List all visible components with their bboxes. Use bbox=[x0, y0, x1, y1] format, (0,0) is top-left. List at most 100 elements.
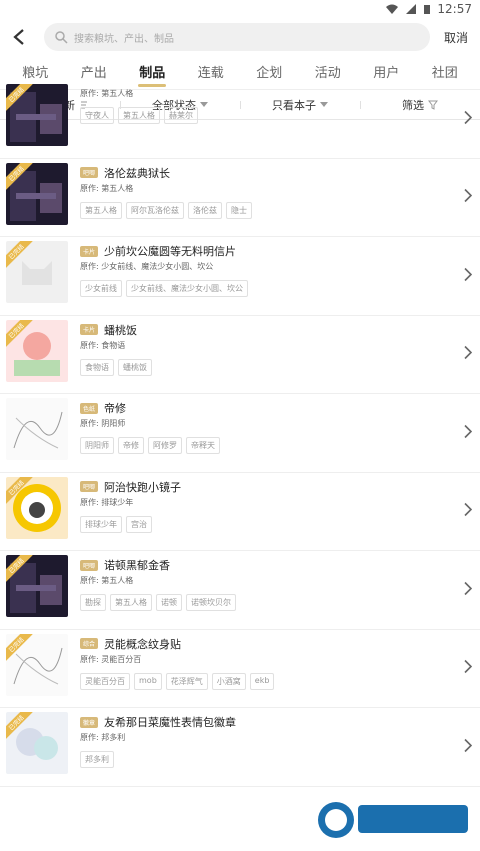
title-row: 卡片 少前坎公魔圆等无料明信片 bbox=[80, 243, 474, 259]
tag-list: 灵能百分百 mob 花泽辉气 小酒窝 ekb bbox=[80, 672, 474, 690]
category-badge: 色纸 bbox=[80, 402, 99, 414]
chevron-right-icon[interactable] bbox=[464, 580, 473, 599]
title-row: 综合 灵能概念纹身贴 bbox=[80, 636, 474, 652]
item-title: 蟠桃饭 bbox=[104, 323, 138, 337]
tag-chip[interactable]: 花泽辉气 bbox=[165, 672, 208, 690]
chevron-right-icon[interactable] bbox=[464, 659, 473, 678]
tag-chip[interactable]: 诺顿 bbox=[156, 594, 182, 611]
tag-chip[interactable]: 赫莱尔 bbox=[164, 107, 198, 124]
list-item[interactable]: 已完结 吧唧 阿治快跑小镜子 原作: 排球少年 排球少年 宫治 bbox=[0, 473, 480, 551]
tag-chip[interactable]: 阿尔瓦洛伦兹 bbox=[126, 201, 184, 219]
tag-chip[interactable]: 邦多利 bbox=[80, 751, 114, 768]
title-row: 色纸 帝修 bbox=[80, 400, 474, 416]
item-info: 卡片 蟠桃饭 原作: 食物语 食物语 蟠桃饭 bbox=[80, 320, 474, 390]
title-row: 吧唧 阿治快跑小镜子 bbox=[80, 479, 474, 495]
thumbnail-image: 已完结 bbox=[6, 712, 68, 774]
item-info: 徽章 友希那日菜魔性表情包徽章原作: 邦多利邦多利 bbox=[80, 712, 474, 782]
tag-chip[interactable]: 第五人格 bbox=[110, 594, 152, 611]
chevron-right-icon[interactable] bbox=[464, 266, 473, 285]
thumbnail-image: 已完结 bbox=[6, 790, 68, 791]
cancel-button[interactable]: 取消 bbox=[440, 29, 472, 46]
chevron-right-icon[interactable] bbox=[464, 423, 473, 442]
tag-chip[interactable]: 隐士 bbox=[226, 201, 252, 219]
chevron-right-icon[interactable] bbox=[464, 188, 473, 207]
tag-chip[interactable]: ekb bbox=[249, 672, 275, 690]
tag-chip[interactable]: 第五人格 bbox=[118, 107, 160, 124]
tag-chip[interactable]: 阿修罗 bbox=[148, 437, 182, 454]
list-item[interactable]: 已完结卡片茂灵小卡原作: 灵能百分百 bbox=[0, 787, 480, 792]
item-origin: 原作: 阴阳师 bbox=[80, 419, 126, 428]
item-info: 卡片 少前坎公魔圆等无料明信片原作: 少女前线、魔法少女小圆、坎公少女前线 少女前线… bbox=[80, 241, 474, 311]
tag-chip[interactable]: 灵能百分百 bbox=[80, 672, 130, 690]
item-title: 帝修 bbox=[104, 402, 127, 415]
item-origin: 原作: 第五人格 bbox=[80, 183, 134, 193]
category-badge: 吧唧 bbox=[80, 167, 99, 178]
thumbnail-image bbox=[6, 398, 68, 460]
tag-chip[interactable]: 少女前线 bbox=[80, 280, 122, 297]
list-item[interactable]: 已完结 吧唧 诺顿黑郁金香 原作: 第五人格 勘探 第五人格 诺顿 诺顿坎贝尔 bbox=[0, 551, 480, 630]
list-item[interactable]: 已完结 吧唧 洛伦兹典狱长 原作: 第五人格 第五人格 阿尔瓦洛伦兹 洛伦兹 隐士 bbox=[0, 159, 480, 237]
tag-chip[interactable]: 洛伦兹 bbox=[188, 201, 222, 219]
chevron-right-icon[interactable] bbox=[464, 345, 473, 364]
tag-chip[interactable]: 小酒窝 bbox=[211, 672, 246, 690]
item-title: 友希那日菜魔性表情包徽章 bbox=[104, 716, 237, 729]
wifi-icon bbox=[386, 4, 399, 14]
thumbnail-image: 已完结 bbox=[6, 241, 68, 303]
item-title: 阿治快跑小镜子 bbox=[104, 480, 182, 494]
product-list: 已完结 原作: 第五人格 守夜人 第五人格 赫莱尔 已完结 吧唧 洛伦兹典狱长 原作: 第五人格… bbox=[0, 80, 480, 791]
tag-list: 守夜人 第五人格 赫莱尔 bbox=[80, 107, 474, 124]
tag-list: 阴阳师 帝修 阿修罗 帝释天 bbox=[80, 437, 474, 454]
tag-chip[interactable]: 食物语 bbox=[80, 358, 114, 376]
tag-chip[interactable]: 帝修 bbox=[118, 437, 144, 454]
item-info: 色纸 帝修 原作: 阴阳师 阴阳师 帝修 阿修罗 帝释天 bbox=[80, 398, 474, 468]
item-origin: 原作: 食物语 bbox=[80, 340, 126, 350]
tag-chip[interactable]: 阴阳师 bbox=[80, 437, 114, 454]
tag-chip[interactable]: mob bbox=[134, 672, 162, 690]
item-info: 原作: 第五人格守夜人 第五人格 赫莱尔 bbox=[80, 84, 474, 154]
search-input[interactable]: 搜索粮坑、产出、制品 bbox=[44, 23, 430, 51]
item-info: 综合 灵能概念纹身贴 原作: 灵能百分百 灵能百分百 mob 花泽辉气 小酒窝 ekb bbox=[80, 634, 474, 704]
item-origin: 原作: 少女前线、魔法少女小圆、坎公 bbox=[80, 262, 214, 271]
tag-chip[interactable]: 排球少年 bbox=[80, 515, 122, 533]
thumbnail-image: 已完结 bbox=[6, 633, 68, 696]
tag-chip[interactable]: 勘探 bbox=[80, 594, 106, 611]
category-badge: 卡片 bbox=[80, 245, 99, 257]
signal-icon bbox=[406, 4, 417, 14]
title-row: 吧唧 诺顿黑郁金香 bbox=[80, 557, 474, 573]
tag-chip[interactable]: 守夜人 bbox=[80, 107, 114, 124]
list-item[interactable]: 已完结 徽章 友希那日菜魔性表情包徽章原作: 邦多利邦多利 bbox=[0, 708, 480, 787]
tag-chip[interactable]: 第五人格 bbox=[80, 201, 122, 219]
category-badge: 吧唧 bbox=[80, 481, 99, 492]
tag-list: 邦多利 bbox=[80, 751, 474, 768]
search-icon bbox=[55, 31, 68, 44]
tag-chip[interactable]: 蟠桃饭 bbox=[118, 358, 152, 376]
status-bar: 12:57 bbox=[0, 0, 480, 20]
list-item[interactable]: 已完结 卡片 蟠桃饭 原作: 食物语 食物语 蟠桃饭 bbox=[0, 316, 480, 394]
category-badge: 徽章 bbox=[80, 716, 99, 728]
thumbnail-image: 已完结 bbox=[6, 84, 68, 146]
list-item[interactable]: 已完结 综合 灵能概念纹身贴 原作: 灵能百分百 灵能百分百 mob 花泽辉气 小酒窝 ekb bbox=[0, 630, 480, 708]
item-info: 吧唧 洛伦兹典狱长原作: 第五人格第五人格 阿尔瓦洛伦兹 洛伦兹 隐士 bbox=[80, 163, 474, 233]
tag-chip[interactable]: 帝释天 bbox=[186, 437, 220, 454]
item-origin: 原作: 第五人格 bbox=[80, 576, 134, 585]
item-title: 诺顿黑郁金香 bbox=[104, 559, 171, 572]
title-row: 卡片 蟠桃饭 bbox=[80, 322, 474, 338]
chevron-right-icon[interactable] bbox=[464, 737, 473, 756]
item-title: 少前坎公魔圆等无料明信片 bbox=[104, 245, 237, 258]
tag-chip[interactable]: 宫治 bbox=[126, 515, 152, 533]
chevron-right-icon[interactable] bbox=[464, 109, 473, 128]
back-arrow-icon[interactable] bbox=[8, 25, 32, 49]
item-origin: 原作: 第五人格 bbox=[80, 89, 134, 98]
category-badge: 综合 bbox=[80, 638, 99, 649]
tag-chip[interactable]: 少女前线、魔法少女小圆、坎公 bbox=[126, 280, 248, 297]
battery-icon bbox=[424, 5, 431, 14]
list-item[interactable]: 已完结 卡片 少前坎公魔圆等无料明信片 原作: 少女前线、魔法少女小圆、坎公 少女前线少… bbox=[0, 237, 480, 316]
tag-chip[interactable]: 诺顿坎贝尔 bbox=[186, 594, 236, 611]
list-item[interactable]: 已完结 原作: 第五人格 守夜人 第五人格 赫莱尔 bbox=[0, 80, 480, 159]
chevron-right-icon[interactable] bbox=[464, 502, 473, 521]
item-origin: 原作: 邦多利 bbox=[80, 733, 126, 742]
item-info: 卡片茂灵小卡原作: 灵能百分百 bbox=[80, 791, 474, 792]
item-title: 洛伦兹典狱长 bbox=[104, 166, 171, 180]
list-item[interactable]: 色纸 帝修 原作: 阴阳师 阴阳师 帝修 阿修罗 帝释天 bbox=[0, 394, 480, 473]
search-placeholder: 搜索粮坑、产出、制品 bbox=[74, 33, 174, 45]
